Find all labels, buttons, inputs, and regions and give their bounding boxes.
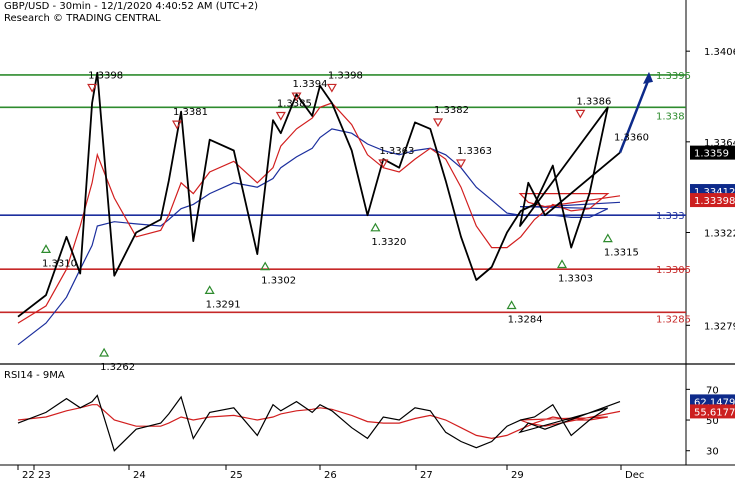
support-marker-10	[370, 222, 381, 232]
annotation-label-4: 1.3291	[206, 299, 241, 310]
support-marker-4	[204, 285, 215, 295]
target-arrow-head	[643, 71, 653, 84]
annotation-label-11: 1.3382	[434, 105, 469, 116]
chart-svg: 1.33951.3381.3331.33051.32851.34061.3364…	[0, 0, 735, 480]
annotation-label-10: 1.3320	[371, 237, 406, 248]
rsi-ma-line	[17, 404, 621, 440]
resistance-marker-8	[326, 83, 337, 93]
y-tick-label-3: 1.3279	[704, 321, 735, 332]
level-label-1: 1.338	[656, 111, 685, 122]
rsi-title: RSI14 - 9MA	[4, 370, 65, 381]
price-badge-2-label: 1.33398	[694, 196, 735, 207]
support-marker-13	[506, 300, 517, 310]
rsi-line	[17, 394, 621, 452]
support-marker-2	[99, 347, 110, 357]
annotation-label-14: 1.3303	[558, 274, 593, 285]
annotation-label-9: 1.3363	[379, 146, 414, 157]
annotation-label-6: 1.3302	[261, 276, 296, 287]
annotation-label-0: 1.3398	[88, 70, 123, 81]
x-tick-label-6: 29	[511, 470, 524, 480]
annotation-label-5: 1.3385	[277, 99, 312, 110]
support-marker-16	[602, 233, 613, 243]
resistance-marker-15	[575, 109, 586, 119]
x-tick-label-7: Dec	[625, 470, 644, 480]
x-tick-label-4: 26	[324, 470, 337, 480]
x-tick-label-2: 24	[133, 470, 146, 480]
annotation-label-1: 1.3310	[42, 258, 77, 269]
y-tick-label-0: 1.3406	[704, 47, 735, 58]
resistance-marker-5	[275, 111, 286, 121]
annotation-label-2: 1.3262	[100, 362, 135, 373]
annotation-label-13: 1.3284	[508, 315, 543, 326]
support-marker-14	[556, 259, 568, 269]
x-tick-label-1: 23	[38, 470, 51, 480]
resistance-marker-11	[432, 118, 444, 128]
annotation-label-17: 1.3360	[614, 132, 649, 143]
annotation-label-3: 1.3381	[173, 107, 208, 118]
x-tick-label-0: 22	[22, 470, 35, 480]
level-label-0: 1.3395	[656, 71, 691, 82]
x-tick-label-3: 25	[230, 470, 243, 480]
annotation-label-8: 1.3398	[328, 70, 363, 81]
rsi-badge-1-label: 55.6177	[694, 407, 735, 418]
annotation-label-12: 1.3363	[457, 146, 492, 157]
annotation-label-7: 1.3394	[293, 79, 328, 90]
y-tick-label-2: 1.3322	[704, 228, 735, 239]
x-tick-label-5: 27	[420, 470, 433, 480]
rsi-tick-label-2: 30	[706, 447, 719, 458]
resistance-marker-3	[171, 120, 183, 130]
level-label-3: 1.3305	[656, 265, 691, 276]
annotation-label-16: 1.3315	[604, 248, 639, 259]
price-badge-0-label: 1.3359	[694, 149, 729, 160]
level-label-2: 1.333	[656, 211, 685, 222]
annotation-label-15: 1.3386	[576, 96, 611, 107]
level-label-4: 1.3285	[656, 314, 691, 325]
support-marker-1	[40, 244, 52, 253]
